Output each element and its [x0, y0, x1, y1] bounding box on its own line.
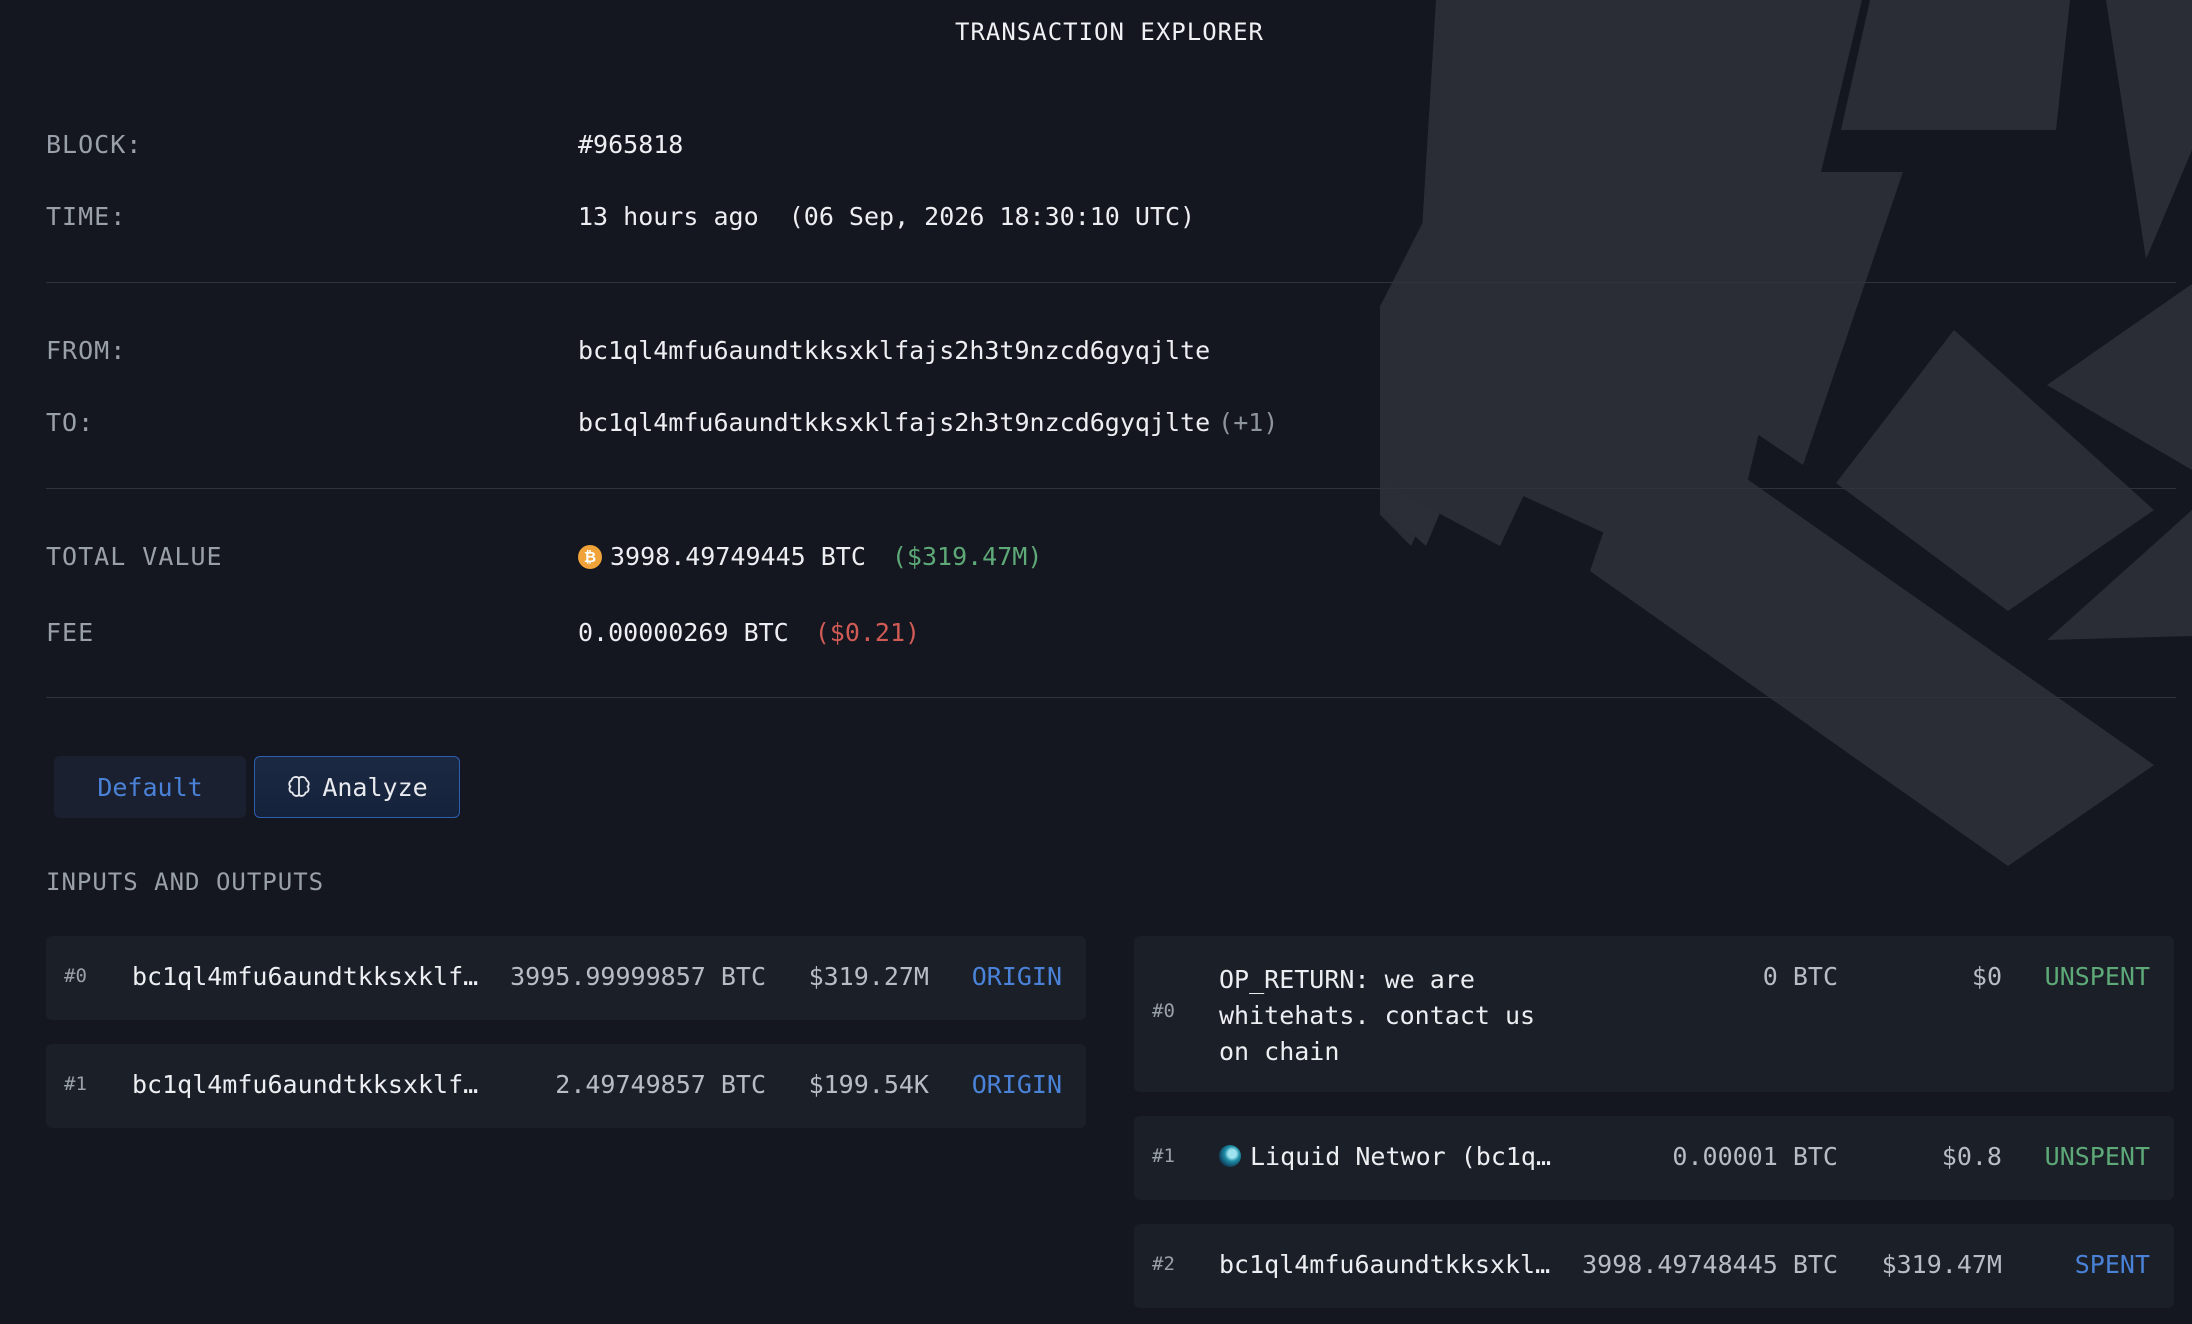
total-btc: 3998.49749445 BTC	[610, 542, 866, 571]
fee-value: 0.00000269 BTC ($0.21)	[578, 618, 920, 647]
input-status: ORIGIN	[971, 1070, 1062, 1099]
total-value-row: TOTAL VALUE ₿ 3998.49749445 BTC ($319.47…	[46, 542, 1042, 571]
output-index: #1	[1152, 1145, 1175, 1167]
total-value: ₿ 3998.49749445 BTC ($319.47M)	[578, 542, 1042, 571]
liquid-network-icon	[1219, 1145, 1241, 1167]
divider	[46, 282, 2176, 283]
to-row: TO: bc1ql4mfu6aundtkksxklfajs2h3t9nzcd6g…	[46, 408, 1278, 437]
to-extra-count[interactable]: (+1)	[1218, 408, 1278, 437]
page-title: TRANSACTION EXPLORER	[955, 18, 1264, 46]
from-address[interactable]: bc1ql4mfu6aundtkksxklfajs2h3t9nzcd6gyqjl…	[578, 336, 1210, 365]
from-label: FROM:	[46, 336, 127, 365]
section-title: INPUTS AND OUTPUTS	[46, 868, 325, 896]
output-status: SPENT	[2074, 1250, 2150, 1279]
tab-analyze[interactable]: Analyze	[254, 756, 460, 818]
block-label: BLOCK:	[46, 130, 143, 159]
output-amount: 0 BTC	[1762, 962, 1838, 991]
output-amount: 3998.49748445 BTC	[1582, 1250, 1838, 1279]
output-address[interactable]: bc1ql4mfu6aundtkksxkl…	[1219, 1250, 1550, 1279]
block-value[interactable]: #965818	[578, 130, 683, 159]
fee-usd: ($0.21)	[814, 618, 921, 647]
tab-analyze-label: Analyze	[322, 772, 428, 802]
page: TRANSACTION EXPLORER BLOCK: #965818 TIME…	[0, 0, 2192, 1324]
input-status: ORIGIN	[971, 962, 1062, 991]
output-address[interactable]: Liquid Networ (bc1q…	[1219, 1142, 1551, 1171]
input-amount: 2.49749857 BTC	[555, 1070, 766, 1099]
output-op-return[interactable]: OP_RETURN: we are whitehats. contact us …	[1219, 962, 1535, 1070]
divider	[46, 488, 2176, 489]
time-label: TIME:	[46, 202, 127, 231]
brain-icon	[288, 776, 310, 797]
op-return-line: OP_RETURN: we are	[1219, 965, 1475, 994]
output-status: UNSPENT	[2044, 1142, 2150, 1171]
output-usd: $0.8	[1941, 1142, 2002, 1171]
output-index: #2	[1152, 1253, 1175, 1275]
output-usd: $0	[1971, 962, 2002, 991]
output-index: #0	[1152, 1000, 1175, 1022]
watermark-logo	[1380, 0, 2192, 866]
divider	[46, 697, 2176, 698]
time-row: TIME: 13 hours ago (06 Sep, 2026 18:30:1…	[46, 202, 1195, 231]
total-usd: ($319.47M)	[891, 542, 1043, 571]
fee-btc: 0.00000269 BTC	[578, 618, 789, 647]
tab-default[interactable]: Default	[54, 756, 246, 818]
output-amount: 0.00001 BTC	[1672, 1142, 1838, 1171]
input-address[interactable]: bc1ql4mfu6aundtkksxklf…	[132, 962, 478, 991]
view-tabs: Default Analyze	[54, 756, 460, 818]
output-address-text: Liquid Networ (bc1q…	[1250, 1142, 1552, 1171]
output-row[interactable]: #0 OP_RETURN: we are whitehats. contact …	[1134, 936, 2174, 1092]
op-return-line: whitehats. contact us	[1219, 1001, 1536, 1030]
output-usd: $319.47M	[1881, 1250, 2002, 1279]
time-text: 13 hours ago (06 Sep, 2026 18:30:10 UTC)	[578, 202, 1196, 231]
output-row[interactable]: #2 bc1ql4mfu6aundtkksxkl… 3998.49748445 …	[1134, 1224, 2174, 1308]
input-usd: $319.27M	[808, 962, 929, 991]
tab-default-label: Default	[97, 772, 203, 802]
from-row: FROM: bc1ql4mfu6aundtkksxklfajs2h3t9nzcd…	[46, 336, 1210, 365]
time-value: 13 hours ago (06 Sep, 2026 18:30:10 UTC)	[578, 202, 1195, 231]
op-return-line: on chain	[1219, 1037, 1340, 1066]
to-label: TO:	[46, 408, 95, 437]
input-row[interactable]: #1 bc1ql4mfu6aundtkksxklf… 2.49749857 BT…	[46, 1044, 1086, 1128]
input-amount: 3995.99999857 BTC	[510, 962, 766, 991]
fee-label: FEE	[46, 618, 95, 647]
input-usd: $199.54K	[808, 1070, 929, 1099]
fee-row: FEE 0.00000269 BTC ($0.21)	[46, 618, 920, 647]
to-address[interactable]: bc1ql4mfu6aundtkksxklfajs2h3t9nzcd6gyqjl…	[578, 408, 1210, 437]
total-value-label: TOTAL VALUE	[46, 542, 223, 571]
input-row[interactable]: #0 bc1ql4mfu6aundtkksxklf… 3995.99999857…	[46, 936, 1086, 1020]
output-status: UNSPENT	[2044, 962, 2150, 991]
output-row[interactable]: #1 Liquid Networ (bc1q… 0.00001 BTC $0.8…	[1134, 1116, 2174, 1200]
block-row: BLOCK: #965818	[46, 130, 683, 159]
bitcoin-icon: ₿	[578, 544, 602, 569]
input-address[interactable]: bc1ql4mfu6aundtkksxklf…	[132, 1070, 478, 1099]
to-value: bc1ql4mfu6aundtkksxklfajs2h3t9nzcd6gyqjl…	[578, 408, 1278, 437]
input-index: #1	[64, 1073, 87, 1095]
input-index: #0	[64, 965, 87, 987]
